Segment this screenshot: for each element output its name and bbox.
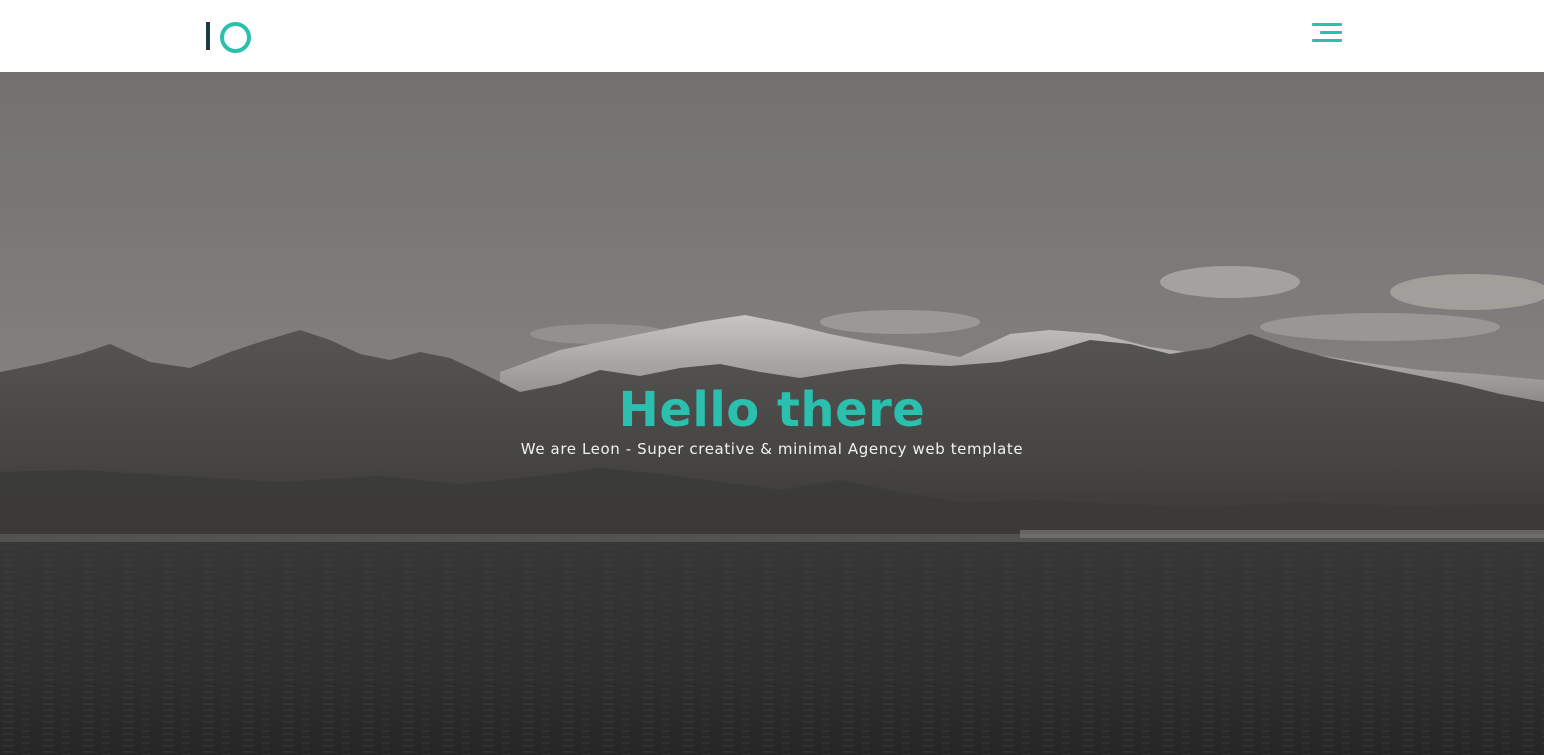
hamburger-menu-icon[interactable]	[1308, 20, 1346, 48]
hero-title: Hello there	[618, 382, 926, 438]
menu-line-middle	[1320, 31, 1342, 34]
menu-line-top	[1312, 23, 1342, 26]
logo-bar-mark	[206, 22, 210, 50]
logo-ring-mark	[220, 22, 251, 53]
hero-section: Hello there We are Leon - Super creative…	[0, 72, 1544, 755]
menu-line-bottom	[1312, 39, 1342, 42]
logo-link[interactable]	[206, 21, 251, 53]
hero-subtitle: We are Leon - Super creative & minimal A…	[520, 440, 1024, 458]
navbar	[0, 0, 1544, 72]
